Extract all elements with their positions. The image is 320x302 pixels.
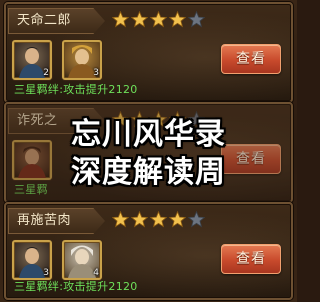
bond-effect-text: 三星羁绊:攻击提升2120: [14, 280, 138, 293]
hero-portrait[interactable]: 4: [62, 240, 102, 280]
hero-level: 2: [43, 68, 49, 78]
star-filled-icon: [169, 111, 186, 128]
star-rating: [112, 11, 205, 29]
star-rating: [112, 111, 205, 129]
star-filled-icon: [169, 11, 186, 28]
star-filled-icon: [131, 111, 148, 128]
star-filled-icon: [169, 211, 186, 228]
card-title-plate: 再施苦肉: [8, 208, 105, 234]
view-button[interactable]: 查看: [221, 144, 281, 174]
view-button[interactable]: 查看: [221, 244, 281, 274]
hero-portrait-row: 3 4: [12, 240, 102, 280]
star-empty-icon: [188, 111, 205, 128]
hero-portrait-row: 2 3: [12, 40, 102, 80]
star-filled-icon: [150, 211, 167, 228]
star-empty-icon: [188, 11, 205, 28]
hero-level: 4: [93, 268, 99, 278]
bond-card: 诈死之 查看 三星羁: [4, 102, 293, 203]
hero-portrait-row: [12, 140, 52, 180]
star-empty-icon: [188, 211, 205, 228]
bond-effect-text: 三星羁绊:攻击提升2120: [14, 83, 138, 96]
hero-level: 3: [93, 68, 99, 78]
card-title-plate: 诈死之: [8, 108, 105, 134]
hero-level: 3: [43, 268, 49, 278]
bond-card: 天命二郎 2 3 查看 三星羁绊:攻击提升2120: [4, 2, 293, 103]
hero-portrait[interactable]: 3: [62, 40, 102, 80]
bond-card: 再施苦肉 3 4 查看 三星羁绊:攻击提升2120: [4, 202, 293, 300]
view-button[interactable]: 查看: [221, 44, 281, 74]
card-title: 诈死之: [17, 113, 58, 128]
star-filled-icon: [131, 211, 148, 228]
card-title: 天命二郎: [17, 13, 72, 28]
hero-portrait[interactable]: 2: [12, 40, 52, 80]
star-filled-icon: [112, 11, 129, 28]
card-title-plate: 天命二郎: [8, 8, 105, 34]
hero-figure-icon: [18, 146, 46, 178]
bond-effect-text: 三星羁: [14, 183, 48, 196]
bond-list-screen: 天命二郎 2 3 查看 三星羁绊:攻击提升2120 诈死之 查看 三星羁 再施苦…: [0, 0, 297, 302]
star-filled-icon: [131, 11, 148, 28]
hero-portrait[interactable]: 3: [12, 240, 52, 280]
card-title: 再施苦肉: [17, 213, 72, 228]
star-filled-icon: [150, 111, 167, 128]
star-rating: [112, 211, 205, 229]
star-filled-icon: [112, 111, 129, 128]
star-filled-icon: [112, 211, 129, 228]
star-filled-icon: [150, 11, 167, 28]
hero-portrait[interactable]: [12, 140, 52, 180]
